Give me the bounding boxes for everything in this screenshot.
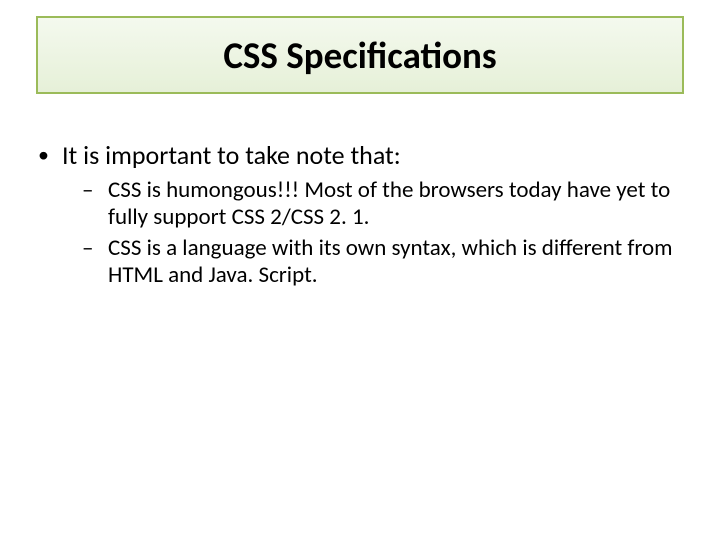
slide: CSS Specifications It is important to ta… (0, 0, 720, 540)
lead-text: It is important to take note that: (62, 139, 401, 171)
list-item: CSS is a language with its own syntax, w… (62, 235, 684, 289)
bullet-list-level1: It is important to take note that: CSS i… (36, 140, 684, 289)
bullet-list-level2: CSS is humongous!!! Most of the browsers… (62, 177, 684, 290)
list-item: It is important to take note that: CSS i… (36, 140, 684, 289)
title-container: CSS Specifications (36, 16, 684, 94)
point-text: CSS is humongous!!! Most of the browsers… (108, 176, 670, 231)
list-item: CSS is humongous!!! Most of the browsers… (62, 177, 684, 231)
body-content: It is important to take note that: CSS i… (36, 140, 684, 299)
slide-title: CSS Specifications (223, 33, 496, 78)
point-text: CSS is a language with its own syntax, w… (108, 234, 673, 289)
